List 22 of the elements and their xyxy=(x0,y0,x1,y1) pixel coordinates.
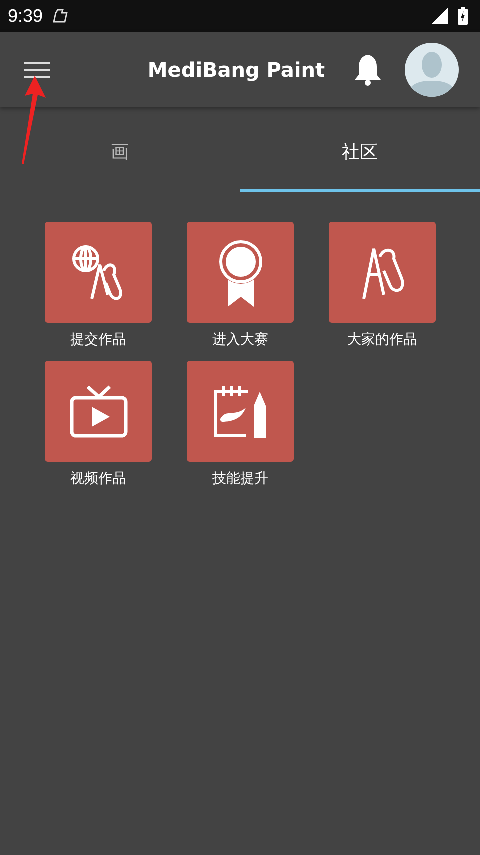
tile-button[interactable] xyxy=(45,222,152,323)
app-title: MediBang Paint xyxy=(146,58,326,82)
tile-label: 进入大赛 xyxy=(212,331,268,349)
avatar-icon[interactable] xyxy=(405,42,459,96)
tile-label: 大家的作品 xyxy=(348,331,418,349)
tile-label: 提交作品 xyxy=(70,331,126,349)
tile-label: 视频作品 xyxy=(70,470,126,488)
menu-button[interactable] xyxy=(24,60,50,80)
status-time: 9:39 xyxy=(8,6,44,26)
notification-bell-icon[interactable] xyxy=(353,54,383,86)
tile-button[interactable] xyxy=(187,361,294,462)
award-ribbon-icon xyxy=(218,238,264,306)
tile-button[interactable] xyxy=(329,222,436,323)
clipboard-icon xyxy=(53,9,70,23)
tile-button[interactable] xyxy=(45,361,152,462)
tab[interactable]: 画 xyxy=(0,107,240,192)
tile-label: 技能提升 xyxy=(212,470,268,488)
tab[interactable]: 社区 xyxy=(240,107,480,192)
tv-play-icon xyxy=(70,384,128,438)
signal-icon xyxy=(432,8,448,24)
tile-button[interactable] xyxy=(187,222,294,323)
battery-icon xyxy=(458,7,468,25)
